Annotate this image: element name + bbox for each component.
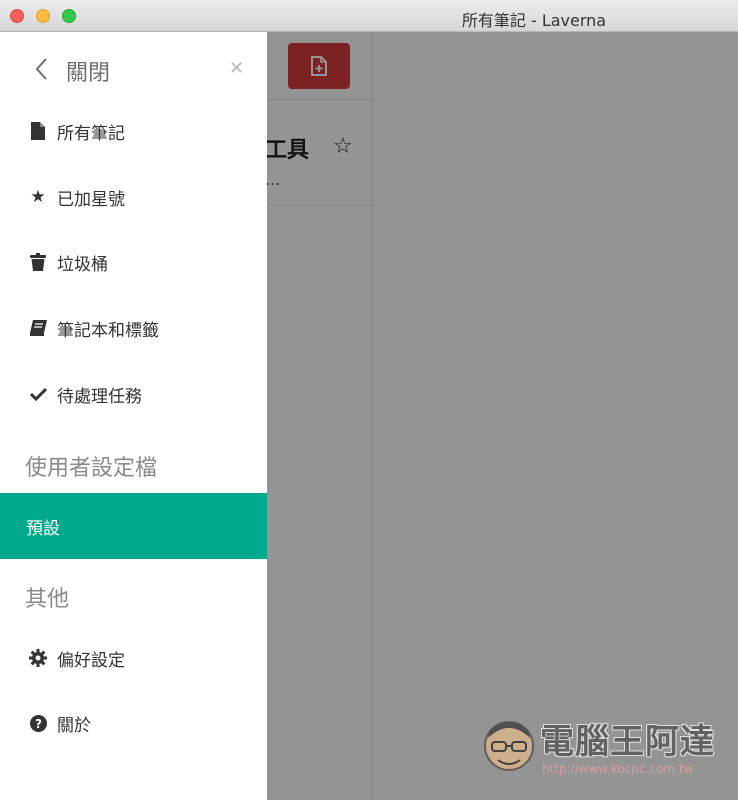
gear-icon [29,649,47,667]
sidebar-item-starred[interactable]: ★ 已加星號 [0,175,267,219]
file-icon [29,122,47,140]
sidebar-item-notebooks-tags[interactable]: 筆記本和標籤 [0,306,267,350]
sidebar-item-tasks[interactable]: 待處理任務 [0,372,267,416]
book-icon [29,319,47,337]
sidebar-item-label: 偏好設定 [57,650,125,671]
title-bar: 所有筆記 - Laverna [0,0,738,32]
app-content: 工具 ☆ ... 關閉 ✕ 所有筆記 ★ 已加星號 垃圾桶 筆記本和標籤 待處理… [0,32,738,800]
trash-icon [29,253,47,271]
sidebar-menu: 關閉 ✕ 所有筆記 ★ 已加星號 垃圾桶 筆記本和標籤 待處理任務 使用者設定檔… [0,32,267,800]
svg-text:?: ? [35,717,42,731]
watermark-url: http://www.kocpc.com.tw [542,762,694,776]
watermark: 電腦王阿達 http://www.kocpc.com.tw [480,712,730,784]
close-menu-button[interactable]: 關閉 [66,55,110,87]
sidebar-item-trash[interactable]: 垃圾桶 [0,240,267,284]
sidebar-item-label: 垃圾桶 [57,254,108,275]
window-title: 所有筆記 - Laverna [461,11,607,30]
profile-label: 預設 [26,518,60,539]
mascot-logo [484,721,534,771]
sidebar-item-all-notes[interactable]: 所有筆記 [0,109,267,153]
sidebar-item-label: 待處理任務 [57,386,142,407]
profile-item-default[interactable]: 預設 [0,493,267,559]
sidebar-item-label: 關於 [57,715,91,736]
close-icon[interactable]: ✕ [229,58,244,79]
sidebar-item-label: 筆記本和標籤 [57,320,159,341]
sidebar-header: 關閉 ✕ [0,32,267,102]
sidebar-item-about[interactable]: ? 關於 [0,701,267,745]
sidebar-item-preferences[interactable]: 偏好設定 [0,636,267,680]
star-icon: ★ [30,187,46,207]
watermark-name: 電腦王阿達 [540,722,715,762]
chevron-left-icon[interactable] [34,57,48,81]
app-window: 所有筆記 - Laverna 工具 ☆ ... 關閉 ✕ 所有筆記 ★ 已加星號… [0,0,738,800]
sidebar-item-label: 所有筆記 [57,123,125,144]
question-icon: ? [29,714,47,732]
sidebar-item-label: 已加星號 [57,189,125,210]
profiles-section-title: 使用者設定檔 [25,456,158,481]
other-section-title: 其他 [25,587,70,612]
check-icon [29,385,47,403]
